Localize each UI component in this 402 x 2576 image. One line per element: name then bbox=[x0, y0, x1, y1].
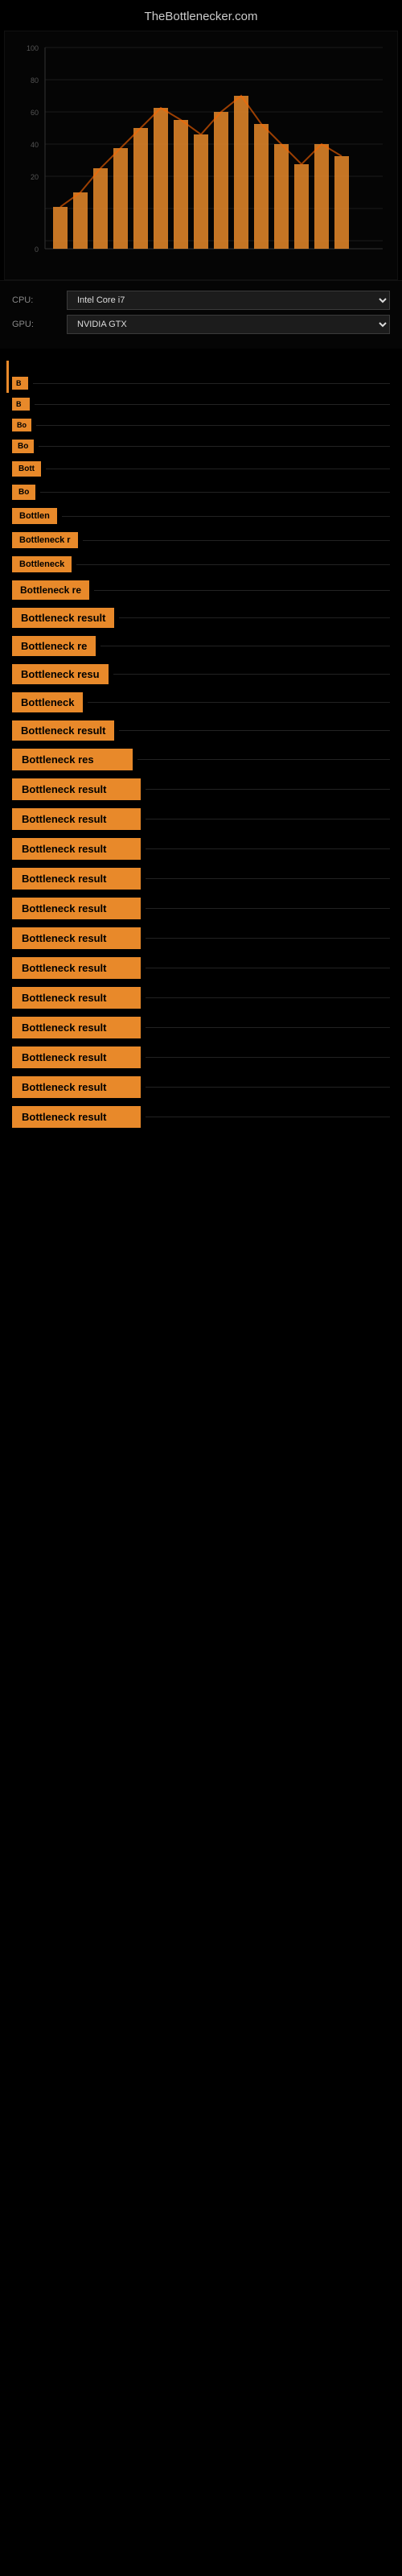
bottleneck-tail-26 bbox=[146, 1057, 390, 1058]
bottleneck-item-12: Bottleneck re bbox=[12, 636, 390, 656]
bottleneck-tail-22 bbox=[146, 938, 390, 939]
bottleneck-badge-11: Bottleneck result bbox=[12, 608, 114, 628]
bottleneck-tail-6 bbox=[40, 492, 390, 493]
bottleneck-badge-4: Bo bbox=[12, 440, 34, 453]
bottleneck-tail-17 bbox=[146, 789, 390, 790]
bottleneck-badge-15: Bottleneck result bbox=[12, 720, 114, 741]
bottleneck-badge-9: Bottleneck bbox=[12, 556, 72, 572]
bottleneck-item-27: Bottleneck result bbox=[12, 1076, 390, 1098]
bottleneck-tail-19 bbox=[146, 848, 390, 849]
control-row-1: CPU: Intel Core i7 bbox=[12, 291, 390, 310]
bottleneck-badge-1: B bbox=[12, 377, 28, 390]
svg-text:80: 80 bbox=[31, 76, 39, 85]
bottleneck-item-7: Bottlen bbox=[12, 508, 390, 524]
bottleneck-badge-3: Bo bbox=[12, 419, 31, 431]
bottleneck-item-23: Bottleneck result bbox=[12, 957, 390, 979]
bottleneck-item-10: Bottleneck re bbox=[12, 580, 390, 600]
indicator-section bbox=[0, 349, 402, 373]
bottleneck-tail-13 bbox=[113, 674, 390, 675]
gpu-dropdown[interactable]: NVIDIA GTX bbox=[67, 315, 390, 334]
bottleneck-item-26: Bottleneck result bbox=[12, 1046, 390, 1068]
bottleneck-item-19: Bottleneck result bbox=[12, 838, 390, 860]
bottleneck-item-5: Bott bbox=[12, 461, 390, 477]
bottleneck-item-20: Bottleneck result bbox=[12, 868, 390, 890]
svg-text:60: 60 bbox=[31, 109, 39, 117]
bottleneck-tail-21 bbox=[146, 908, 390, 909]
bottleneck-results-list: B B Bo Bo Bott Bo Bottlen Bottleneck r B… bbox=[0, 373, 402, 1144]
bottleneck-tail-10 bbox=[94, 590, 390, 591]
bottleneck-badge-6: Bo bbox=[12, 485, 35, 500]
bottleneck-badge-16: Bottleneck res bbox=[12, 749, 133, 770]
control-label-2: GPU: bbox=[12, 320, 60, 329]
main-chart-container: 100 80 60 40 20 0 bbox=[4, 31, 398, 280]
bottleneck-badge-19: Bottleneck result bbox=[12, 838, 141, 860]
controls-area: CPU: Intel Core i7 GPU: NVIDIA GTX bbox=[0, 280, 402, 349]
bottleneck-tail-11 bbox=[119, 617, 390, 618]
bottleneck-tail-24 bbox=[146, 997, 390, 998]
bottleneck-item-3: Bo bbox=[12, 419, 390, 431]
bottleneck-badge-21: Bottleneck result bbox=[12, 898, 141, 919]
bottleneck-item-18: Bottleneck result bbox=[12, 808, 390, 830]
bottleneck-badge-14: Bottleneck bbox=[12, 692, 83, 712]
bottleneck-item-8: Bottleneck r bbox=[12, 532, 390, 548]
bottleneck-tail-4 bbox=[39, 446, 390, 447]
bottleneck-tail-7 bbox=[62, 516, 390, 517]
bottleneck-badge-22: Bottleneck result bbox=[12, 927, 141, 949]
svg-text:0: 0 bbox=[35, 246, 39, 254]
svg-text:40: 40 bbox=[31, 141, 39, 149]
bottleneck-item-16: Bottleneck res bbox=[12, 749, 390, 770]
bottleneck-badge-8: Bottleneck r bbox=[12, 532, 78, 548]
bottleneck-item-25: Bottleneck result bbox=[12, 1017, 390, 1038]
bottleneck-item-15: Bottleneck result bbox=[12, 720, 390, 741]
bottleneck-badge-28: Bottleneck result bbox=[12, 1106, 141, 1128]
bottleneck-item-9: Bottleneck bbox=[12, 556, 390, 572]
bottleneck-badge-25: Bottleneck result bbox=[12, 1017, 141, 1038]
bottleneck-badge-13: Bottleneck resu bbox=[12, 664, 109, 684]
bottleneck-item-24: Bottleneck result bbox=[12, 987, 390, 1009]
bottleneck-badge-7: Bottlen bbox=[12, 508, 57, 524]
bottleneck-tail-2 bbox=[35, 404, 390, 405]
bottleneck-tail-14 bbox=[88, 702, 390, 703]
bottleneck-item-1: B bbox=[12, 377, 390, 390]
bottleneck-item-13: Bottleneck resu bbox=[12, 664, 390, 684]
bottleneck-item-22: Bottleneck result bbox=[12, 927, 390, 949]
site-title-text: TheBottlenecker.com bbox=[145, 10, 258, 23]
site-title: TheBottlenecker.com bbox=[0, 0, 402, 31]
bottleneck-tail-25 bbox=[146, 1027, 390, 1028]
bottleneck-badge-2: B bbox=[12, 398, 30, 411]
bottleneck-badge-17: Bottleneck result bbox=[12, 778, 141, 800]
bottleneck-badge-10: Bottleneck re bbox=[12, 580, 89, 600]
svg-text:100: 100 bbox=[27, 44, 39, 52]
bottleneck-badge-24: Bottleneck result bbox=[12, 987, 141, 1009]
orange-bar-indicator bbox=[6, 361, 9, 393]
bottleneck-tail-1 bbox=[33, 383, 390, 384]
bottleneck-badge-5: Bott bbox=[12, 461, 41, 477]
bottleneck-item-14: Bottleneck bbox=[12, 692, 390, 712]
bottleneck-tail-8 bbox=[83, 540, 390, 541]
bottleneck-tail-27 bbox=[146, 1087, 390, 1088]
bottleneck-tail-15 bbox=[119, 730, 390, 731]
bottleneck-badge-20: Bottleneck result bbox=[12, 868, 141, 890]
control-label-1: CPU: bbox=[12, 295, 60, 305]
svg-text:20: 20 bbox=[31, 173, 39, 181]
control-row-2: GPU: NVIDIA GTX bbox=[12, 315, 390, 334]
bottleneck-badge-27: Bottleneck result bbox=[12, 1076, 141, 1098]
bottleneck-item-6: Bo bbox=[12, 485, 390, 500]
main-chart-svg: 100 80 60 40 20 0 bbox=[5, 31, 399, 281]
bottleneck-badge-26: Bottleneck result bbox=[12, 1046, 141, 1068]
bottleneck-tail-3 bbox=[36, 425, 390, 426]
bottleneck-item-4: Bo bbox=[12, 440, 390, 453]
bottleneck-tail-16 bbox=[137, 759, 390, 760]
bottleneck-item-17: Bottleneck result bbox=[12, 778, 390, 800]
bottleneck-item-11: Bottleneck result bbox=[12, 608, 390, 628]
bottleneck-tail-9 bbox=[76, 564, 390, 565]
cpu-dropdown[interactable]: Intel Core i7 bbox=[67, 291, 390, 310]
bottleneck-badge-23: Bottleneck result bbox=[12, 957, 141, 979]
bottleneck-badge-12: Bottleneck re bbox=[12, 636, 96, 656]
bottleneck-item-21: Bottleneck result bbox=[12, 898, 390, 919]
bottleneck-badge-18: Bottleneck result bbox=[12, 808, 141, 830]
bottleneck-tail-20 bbox=[146, 878, 390, 879]
bottleneck-item-2: B bbox=[12, 398, 390, 411]
bottleneck-item-28: Bottleneck result bbox=[12, 1106, 390, 1128]
